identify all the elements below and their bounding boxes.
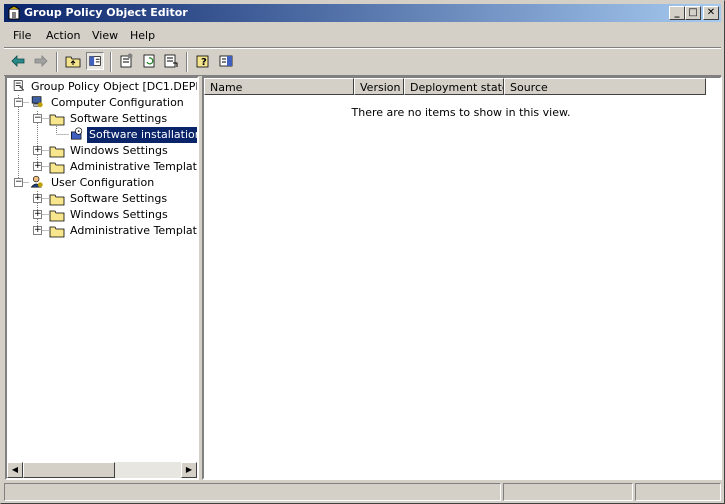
- toolbar: ?: [4, 48, 721, 76]
- tree-item-software-installation[interactable]: Software installation: [7, 126, 197, 144]
- scroll-left-button[interactable]: ◀: [7, 462, 23, 478]
- tree-view: Group Policy Object [DC1.DEPLOYMENT] − C…: [7, 78, 197, 462]
- tree-item-label: Software Settings: [70, 192, 168, 205]
- column-header-version[interactable]: Version: [354, 78, 404, 95]
- column-header-name[interactable]: Name: [204, 78, 354, 95]
- menu-view[interactable]: View: [92, 29, 118, 42]
- tree-item-label: Software Settings: [70, 112, 168, 125]
- scroll-thumb[interactable]: [23, 462, 115, 478]
- computer-icon: [31, 96, 43, 108]
- folder-icon: [49, 162, 65, 174]
- window-title: Group Policy Object Editor: [24, 6, 188, 19]
- tree-item-label: Software installation: [86, 126, 197, 144]
- tree-item-user-windows-settings[interactable]: + Windows Settings: [7, 207, 197, 223]
- tree-item-user-configuration[interactable]: − User Configuration: [7, 175, 197, 191]
- menu-file[interactable]: File: [13, 29, 31, 42]
- properties-icon[interactable]: [117, 52, 135, 70]
- forward-arrow-icon[interactable]: [32, 52, 50, 70]
- folder-icon: [49, 146, 65, 158]
- folder-icon: [49, 114, 65, 126]
- scroll-left-icon: ◀: [11, 465, 19, 474]
- tree-item-administrative-templates[interactable]: + Administrative Templates: [7, 159, 197, 175]
- svg-text:?: ?: [201, 57, 207, 68]
- details-pane[interactable]: Name Version Deployment state Source The…: [202, 76, 722, 480]
- folder-icon: [49, 194, 65, 206]
- tree-root[interactable]: Group Policy Object [DC1.DEPLOYMENT]: [7, 79, 197, 95]
- folder-icon: [49, 210, 65, 222]
- horizontal-scrollbar[interactable]: ◀ ▶: [7, 462, 197, 478]
- gpedit-app-icon: [8, 6, 20, 20]
- column-header-source[interactable]: Source: [504, 78, 706, 95]
- tree-item-windows-settings[interactable]: + Windows Settings: [7, 143, 197, 159]
- status-panel-3: [635, 483, 721, 501]
- tree-root-label: Group Policy Object [DC1.DEPLOYMENT]: [31, 80, 197, 93]
- toolbar-separator: [110, 52, 112, 72]
- empty-list-message: There are no items to show in this view.: [351, 106, 571, 119]
- tree-item-label: Windows Settings: [70, 144, 168, 157]
- tree-item-computer-configuration[interactable]: − Computer Configuration: [7, 95, 197, 111]
- export-list-icon[interactable]: [162, 52, 180, 70]
- scroll-right-button[interactable]: ▶: [181, 462, 197, 478]
- column-header-deployment-state[interactable]: Deployment state: [404, 78, 504, 95]
- minimize-button[interactable]: _: [669, 6, 685, 20]
- collapse-icon[interactable]: −: [33, 114, 42, 123]
- show-hide-action-pane-icon[interactable]: [217, 52, 235, 70]
- toolbar-separator: [56, 52, 58, 72]
- maximize-icon: □: [688, 7, 698, 18]
- maximize-button[interactable]: □: [685, 6, 701, 20]
- tree-item-label: Administrative Templates: [70, 160, 197, 173]
- up-one-level-icon[interactable]: [64, 52, 82, 70]
- expand-icon[interactable]: +: [33, 226, 42, 235]
- refresh-icon[interactable]: [140, 52, 158, 70]
- expand-icon[interactable]: +: [33, 210, 42, 219]
- tree-item-software-settings[interactable]: − Software Settings: [7, 111, 197, 127]
- expand-icon[interactable]: +: [33, 146, 42, 155]
- tree-item-label: Administrative Templates: [70, 224, 197, 237]
- status-bar: [4, 483, 721, 501]
- expand-icon[interactable]: +: [33, 194, 42, 203]
- minimize-icon: _: [674, 7, 680, 18]
- show-hide-tree-icon[interactable]: [86, 52, 104, 70]
- scroll-right-icon: ▶: [185, 465, 193, 474]
- menu-action[interactable]: Action: [46, 29, 80, 42]
- user-icon: [30, 175, 43, 188]
- menu-help[interactable]: Help: [130, 29, 155, 42]
- toolbar-separator: [186, 52, 188, 72]
- tree-item-user-administrative-templates[interactable]: + Administrative Templates: [7, 223, 197, 239]
- status-panel-2: [503, 483, 633, 501]
- collapse-icon[interactable]: −: [14, 98, 23, 107]
- collapse-icon[interactable]: −: [14, 178, 23, 187]
- close-icon: ✕: [706, 7, 716, 18]
- status-panel-main: [4, 483, 501, 501]
- software-installation-icon: [70, 127, 83, 140]
- tree-item-label: Computer Configuration: [51, 96, 184, 109]
- tree-item-label: User Configuration: [51, 176, 155, 189]
- main-window: Group Policy Object Editor _ □ ✕ File Ac…: [0, 0, 725, 504]
- folder-icon: [49, 226, 65, 238]
- help-icon[interactable]: ?: [194, 52, 212, 70]
- menu-bar: File Action View Help: [4, 25, 721, 48]
- close-button[interactable]: ✕: [703, 6, 719, 20]
- console-tree-pane[interactable]: Group Policy Object [DC1.DEPLOYMENT] − C…: [5, 76, 199, 480]
- tree-item-label: Windows Settings: [70, 208, 168, 221]
- back-arrow-icon[interactable]: [9, 52, 27, 70]
- title-bar[interactable]: Group Policy Object Editor _ □ ✕: [4, 4, 721, 22]
- expand-icon[interactable]: +: [33, 162, 42, 171]
- policy-object-icon: [13, 80, 25, 91]
- tree-item-user-software-settings[interactable]: + Software Settings: [7, 191, 197, 207]
